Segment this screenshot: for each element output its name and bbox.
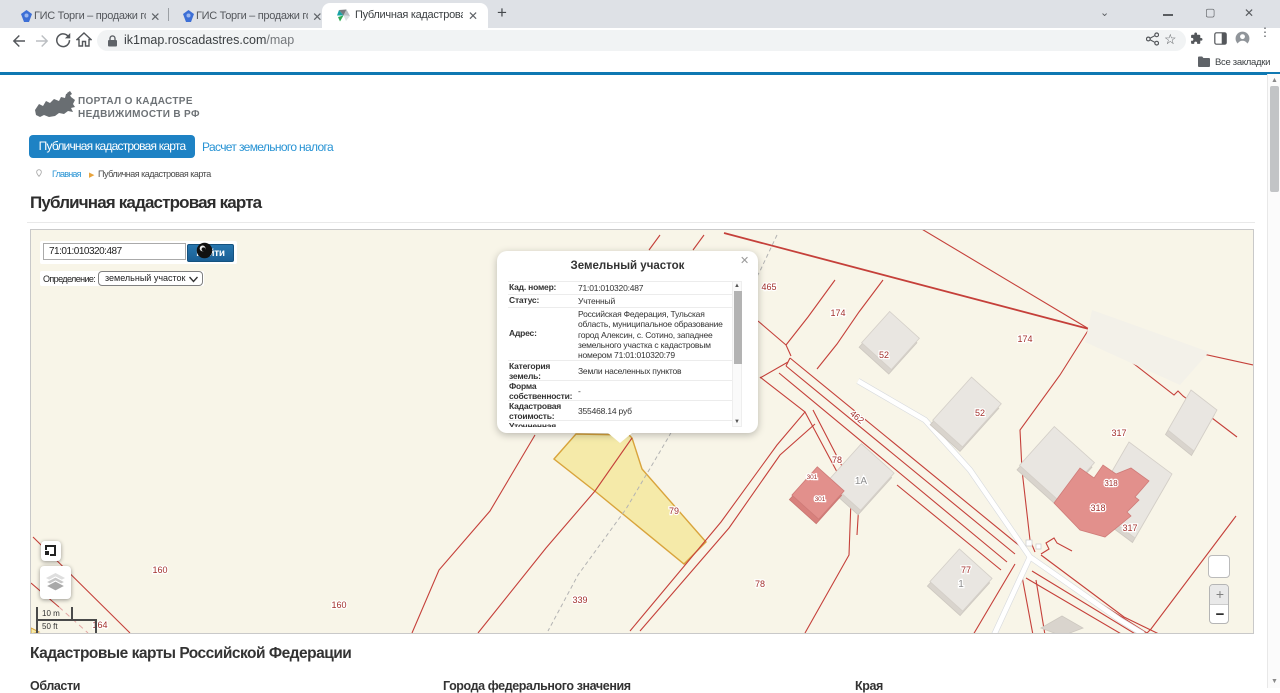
svg-text:318: 318 [1104, 479, 1118, 488]
svg-text:52: 52 [879, 350, 889, 360]
svg-text:1А: 1А [855, 476, 868, 487]
svg-text:462: 462 [848, 408, 866, 425]
svg-text:52: 52 [975, 408, 985, 418]
svg-text:301: 301 [815, 496, 826, 503]
svg-text:79: 79 [669, 506, 679, 516]
svg-text:174: 174 [1017, 334, 1032, 344]
svg-text:1: 1 [958, 579, 964, 590]
svg-text:317: 317 [1111, 428, 1126, 438]
svg-text:77: 77 [961, 565, 971, 575]
svg-text:301: 301 [807, 474, 818, 481]
svg-text:317: 317 [1122, 523, 1137, 533]
svg-text:160: 160 [331, 600, 346, 610]
svg-text:174: 174 [830, 308, 845, 318]
svg-text:160: 160 [152, 565, 167, 575]
svg-text:78: 78 [755, 579, 765, 589]
svg-text:339: 339 [572, 595, 587, 605]
svg-text:78: 78 [832, 455, 842, 465]
svg-text:465: 465 [761, 282, 776, 292]
svg-text:318: 318 [1090, 503, 1105, 513]
